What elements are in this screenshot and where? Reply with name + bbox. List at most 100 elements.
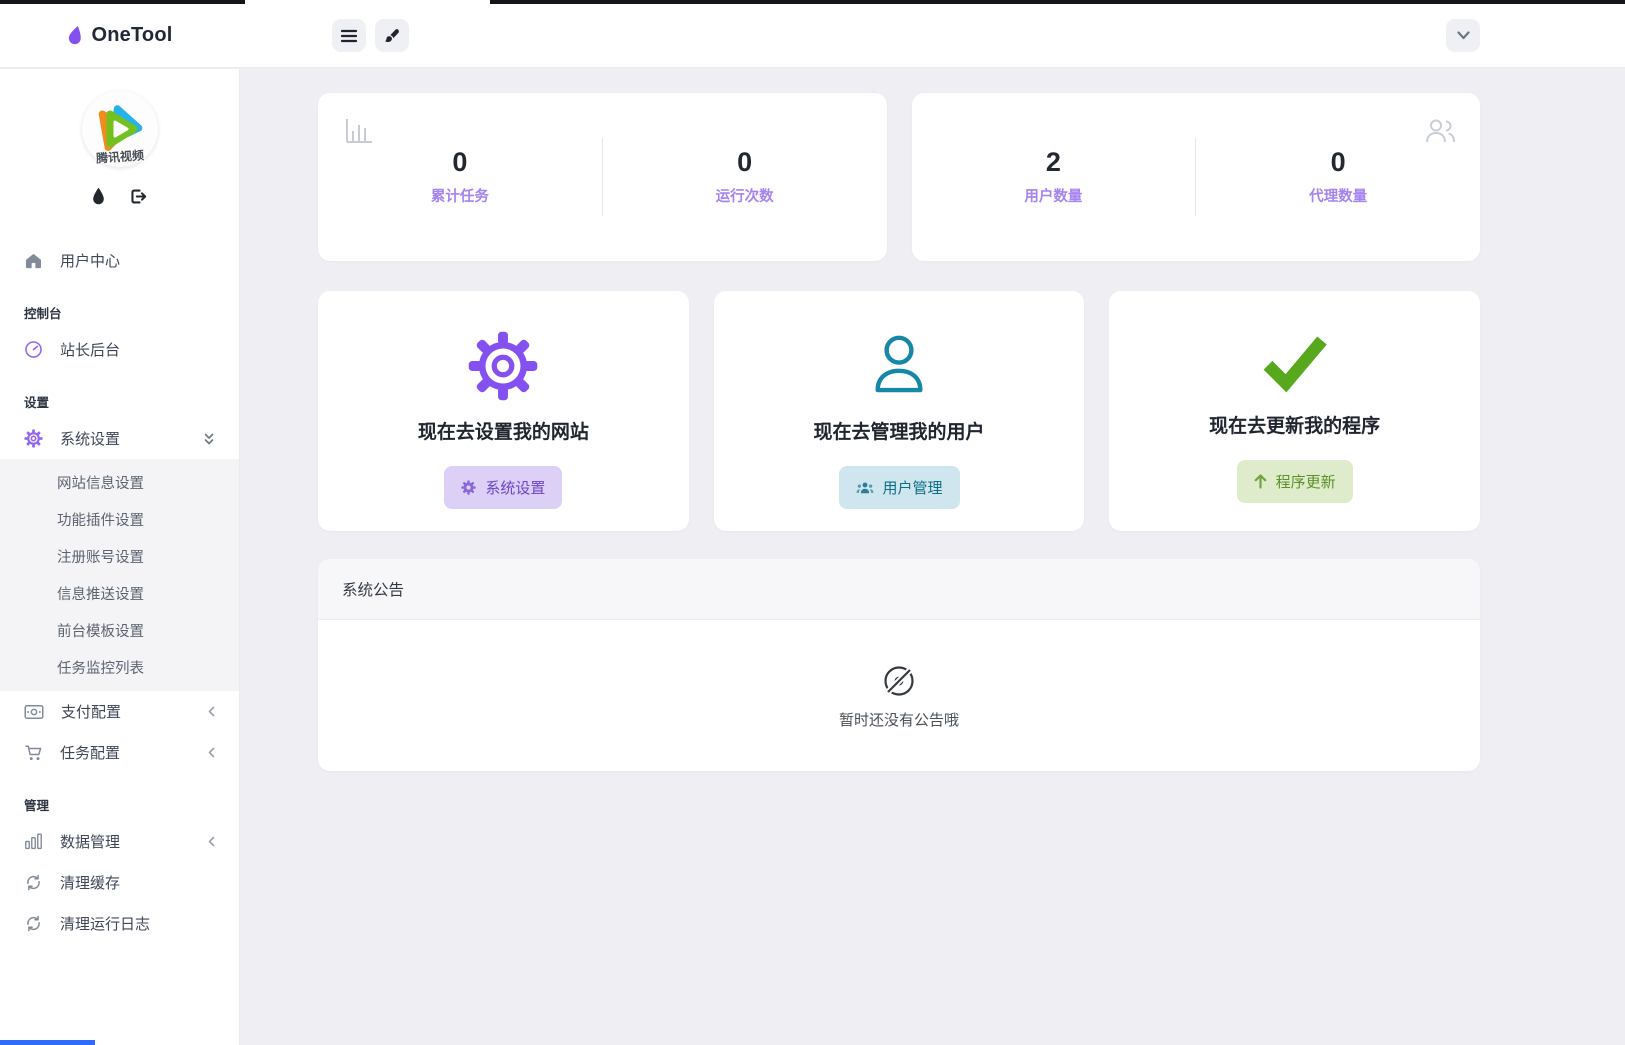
droplet-icon <box>93 188 104 205</box>
stat-label: 运行次数 <box>716 185 774 206</box>
system-settings-button[interactable]: 系统设置 <box>444 466 562 509</box>
brand-droplet-icon <box>67 25 84 46</box>
house-icon <box>24 252 43 270</box>
submenu-item-task-monitor[interactable]: 任务监控列表 <box>0 649 239 686</box>
bottom-progress-bar <box>0 1040 95 1045</box>
stats-card-tasks: 0 累计任务 0 运行次数 <box>318 93 887 261</box>
gear-small-icon <box>461 480 476 495</box>
brand[interactable]: OneTool <box>0 24 240 47</box>
paintbrush-icon <box>384 28 400 44</box>
cash-icon <box>24 704 44 720</box>
action-card-users: 现在去管理我的用户 用户管理 <box>714 291 1085 531</box>
bar-chart-icon <box>24 833 43 850</box>
stat-value: 2 <box>1046 148 1061 178</box>
brand-name: OneTool <box>91 24 172 47</box>
sign-out-icon <box>132 191 145 203</box>
submenu-item-push[interactable]: 信息推送设置 <box>0 575 239 612</box>
users-small-icon <box>856 481 874 495</box>
action-title: 现在去管理我的用户 <box>814 417 985 444</box>
action-title: 现在去更新我的程序 <box>1209 411 1380 438</box>
chevron-down-icon <box>1457 31 1470 40</box>
refresh-icon <box>24 914 43 933</box>
chevron-left-icon <box>208 836 215 847</box>
theme-droplet-button[interactable] <box>91 187 106 206</box>
action-button-label: 系统设置 <box>485 477 545 498</box>
stat-users: 2 用户数量 <box>912 138 1197 216</box>
chevron-left-icon <box>208 706 215 717</box>
refresh-icon <box>24 873 43 892</box>
sidebar-section-console: 控制台 <box>0 281 239 329</box>
top-strip-left <box>0 0 245 4</box>
submenu-item-template[interactable]: 前台模板设置 <box>0 612 239 649</box>
sidebar-item-data-management[interactable]: 数据管理 <box>0 821 239 862</box>
sidebar-item-payment-config[interactable]: 支付配置 <box>0 691 239 732</box>
submenu-item-register[interactable]: 注册账号设置 <box>0 538 239 575</box>
disc-slash-icon <box>881 663 917 699</box>
stat-label: 代理数量 <box>1309 185 1367 206</box>
bar-chart-corner-icon <box>344 117 374 145</box>
sidebar: 腾讯视频 用户中心 控制台 站长后台 设置 <box>0 69 240 1045</box>
speedometer-icon <box>24 340 43 359</box>
announcement-card: 系统公告 暂时还没有公告哦 <box>318 559 1480 771</box>
sidebar-item-clear-run-logs[interactable]: 清理运行日志 <box>0 903 239 944</box>
sidebar-section-management: 管理 <box>0 773 239 821</box>
submenu-item-plugins[interactable]: 功能插件设置 <box>0 501 239 538</box>
stat-value: 0 <box>452 148 467 178</box>
sidebar-item-label: 站长后台 <box>60 339 120 360</box>
sidebar-item-label: 支付配置 <box>61 701 121 722</box>
stat-label: 累计任务 <box>431 185 489 206</box>
action-button-label: 用户管理 <box>883 477 943 498</box>
announcement-empty-text: 暂时还没有公告哦 <box>839 709 959 730</box>
system-settings-submenu: 网站信息设置 功能插件设置 注册账号设置 信息推送设置 前台模板设置 任务监控列… <box>0 459 239 691</box>
stat-label: 用户数量 <box>1024 185 1082 206</box>
arrow-up-icon <box>1254 474 1267 489</box>
main-content: 0 累计任务 0 运行次数 2 用户数量 0 代理数量 <box>240 69 1625 1045</box>
action-card-settings: 现在去设置我的网站 系统设置 <box>318 291 689 531</box>
checkmark-icon <box>1259 331 1331 395</box>
submenu-item-site-info[interactable]: 网站信息设置 <box>0 464 239 501</box>
logout-button[interactable] <box>128 187 148 206</box>
sidebar-item-label: 数据管理 <box>60 831 120 852</box>
action-card-update: 现在去更新我的程序 程序更新 <box>1109 291 1480 531</box>
chevron-left-icon <box>208 747 215 758</box>
stats-card-users: 2 用户数量 0 代理数量 <box>912 93 1481 261</box>
sidebar-toggle-button[interactable] <box>332 19 366 52</box>
hamburger-icon <box>341 29 357 43</box>
double-chevron-down-icon <box>203 432 215 446</box>
announcement-empty-state: 暂时还没有公告哦 <box>318 620 1480 771</box>
user-dropdown-button[interactable] <box>1446 19 1480 52</box>
stat-runs: 0 运行次数 <box>603 138 887 216</box>
stat-value: 0 <box>737 148 752 178</box>
sidebar-item-system-settings[interactable]: 系统设置 <box>0 418 239 459</box>
person-large-icon <box>866 331 932 401</box>
sidebar-item-admin-panel[interactable]: 站长后台 <box>0 329 239 370</box>
sidebar-menu: 用户中心 控制台 站长后台 设置 <box>0 240 239 944</box>
sidebar-item-label: 任务配置 <box>60 742 120 763</box>
top-strip-right <box>490 0 1625 4</box>
avatar-label: 腾讯视频 <box>95 146 144 166</box>
gear-icon <box>24 429 43 448</box>
stat-value: 0 <box>1331 148 1346 178</box>
cart-icon <box>24 744 43 762</box>
program-update-button[interactable]: 程序更新 <box>1237 460 1353 503</box>
users-corner-icon <box>1424 117 1456 145</box>
action-button-label: 程序更新 <box>1276 471 1336 492</box>
sidebar-item-label: 清理运行日志 <box>60 913 150 934</box>
theme-button[interactable] <box>375 19 409 52</box>
sidebar-section-settings: 设置 <box>0 370 239 418</box>
app-header: OneTool <box>0 4 1625 68</box>
sidebar-item-label: 系统设置 <box>60 428 120 449</box>
announcement-title: 系统公告 <box>318 559 1480 620</box>
top-loading-strip <box>0 0 1625 4</box>
sidebar-item-label: 清理缓存 <box>60 872 120 893</box>
user-management-button[interactable]: 用户管理 <box>839 466 960 509</box>
sidebar-item-user-center[interactable]: 用户中心 <box>0 240 239 281</box>
action-title: 现在去设置我的网站 <box>418 417 589 444</box>
sidebar-item-label: 用户中心 <box>60 250 120 271</box>
avatar[interactable]: 腾讯视频 <box>82 91 158 167</box>
sidebar-item-clear-cache[interactable]: 清理缓存 <box>0 862 239 903</box>
stat-agents: 0 代理数量 <box>1196 138 1480 216</box>
stat-tasks: 0 累计任务 <box>318 138 603 216</box>
gear-large-icon <box>468 331 538 401</box>
sidebar-item-task-config[interactable]: 任务配置 <box>0 732 239 773</box>
